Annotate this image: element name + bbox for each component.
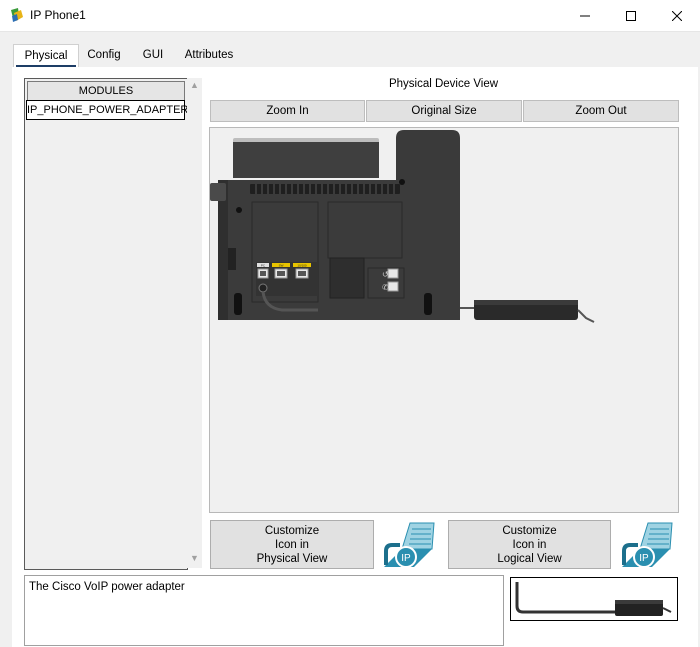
zoom-out-button[interactable]: Zoom Out: [523, 100, 679, 122]
minimize-icon: [580, 15, 590, 16]
power-adapter-image: [515, 582, 672, 616]
packet-tracer-icon: [11, 8, 23, 22]
tab-label: Physical: [24, 50, 68, 62]
tab-config[interactable]: Config: [82, 48, 126, 67]
tab-gui[interactable]: GUI: [136, 48, 170, 67]
module-thumbnail: [510, 577, 678, 621]
scroll-up-icon[interactable]: ▲: [187, 80, 202, 94]
customize-logical-icon-button[interactable]: Customize Icon in Logical View: [448, 520, 611, 569]
button-line-3: Logical View: [497, 552, 562, 565]
ip-icon-label: IP: [401, 553, 411, 564]
tab-bar: Physical Config GUI Attributes: [0, 32, 700, 68]
device-canvas: PC SW 10/100 ↺ ✆: [209, 127, 679, 513]
zoom-in-button[interactable]: Zoom In: [210, 100, 365, 122]
scroll-down-icon[interactable]: ▼: [187, 553, 202, 567]
module-item[interactable]: IP_PHONE_POWER_ADAPTER: [26, 100, 188, 120]
module-description: The Cisco VoIP power adapter: [29, 581, 185, 593]
close-button[interactable]: [654, 0, 700, 31]
ip-icon-label: IP: [639, 553, 649, 564]
button-line-3: Physical View: [256, 552, 328, 565]
svg-text:✆: ✆: [382, 283, 389, 292]
original-size-button[interactable]: Original Size: [366, 100, 522, 122]
device-view-title: Physical Device View: [388, 78, 499, 90]
port-label-speed: 10/100: [297, 264, 307, 268]
button-line-2: Icon in: [512, 538, 547, 551]
maximize-button[interactable]: [608, 0, 654, 31]
tab-physical[interactable]: Physical: [13, 44, 79, 68]
svg-text:↺: ↺: [382, 270, 389, 279]
ip-phone-icon: IP: [384, 522, 435, 568]
button-line-1: Customize: [502, 524, 557, 537]
minimize-button[interactable]: [562, 0, 608, 31]
ip-phone-rear-image: PC SW 10/100 ↺ ✆: [210, 130, 595, 323]
button-line-2: Icon in: [275, 538, 309, 551]
close-icon: [672, 10, 682, 21]
window-title: IP Phone1: [30, 8, 86, 22]
button-line-1: Customize: [264, 524, 320, 537]
modules-scrollbar[interactable]: [187, 78, 202, 568]
modules-header: MODULES: [27, 81, 185, 101]
modules-list: [24, 78, 188, 570]
customize-physical-icon-button[interactable]: Customize Icon in Physical View: [210, 520, 374, 569]
ip-phone-icon: IP: [622, 522, 673, 568]
maximize-icon: [626, 10, 636, 21]
tab-attributes[interactable]: Attributes: [178, 48, 240, 67]
port-label-sw: SW: [279, 264, 284, 268]
